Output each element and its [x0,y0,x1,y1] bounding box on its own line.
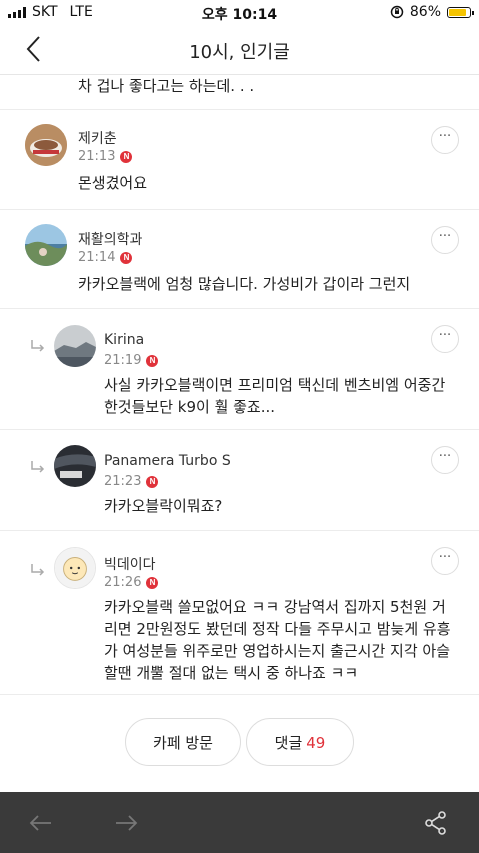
reply-arrow-icon [31,564,45,576]
comments-label: 댓글 [274,734,303,752]
reply-item: Kirina 21:19 N 사실 카카오블랙이면 프리미엄 택신데 벤츠비엠 어… [0,309,479,430]
more-options-button[interactable]: ··· [431,126,459,154]
comment-list: 차 겁나 좋다고는 하는데. . . 제키춘 21:13 N 몬생겼어요 ··· … [0,75,479,792]
more-options-button[interactable]: ··· [431,325,459,353]
reply-item: 빅데이다 21:26 N 카카오블랙 쓸모없어요 ㅋㅋ 강남역서 집까지 5천원 … [0,531,479,695]
comment-count: 49 [306,734,326,752]
avatar[interactable] [25,124,67,166]
comment-author[interactable]: 빅데이다 [104,554,156,574]
comment-time: 21:13 N [78,149,133,164]
more-options-button[interactable]: ··· [431,446,459,474]
avatar[interactable] [54,547,96,589]
page-title: 10시, 인기글 [189,42,290,63]
comment-item: 재활의학과 21:14 N 카카오블랙에 엄청 많습니다. 가성비가 갑이라 그런… [0,210,479,309]
new-badge: N [120,251,133,264]
reply-arrow-icon [31,340,45,352]
bottom-toolbar [0,792,479,853]
new-badge: N [120,150,133,163]
cafe-visit-button[interactable]: 카페 방문 [125,718,241,766]
comment-text: 몬생겼어요 [78,174,148,192]
comment-text: 카카오블랙에 엄청 많습니다. 가성비가 갑이라 그런지 [78,275,411,293]
arrow-left-icon[interactable] [28,810,54,836]
comment-text: 카카오블락이뭐죠? [104,497,223,515]
comment-text-line: 사실 카카오블랙이면 프리미엄 택신데 벤츠비엠 어중간 [104,376,446,394]
battery-percent: 86% [409,4,441,20]
battery-icon [447,6,474,18]
comment-text-line: 리면 2만원정도 봤던데 정작 다들 주무시고 밤늦게 유흥 [104,620,451,638]
reply-item: Panamera Turbo S 21:23 N 카카오블락이뭐죠? ··· [0,430,479,531]
comment-text: 카카오블랙 쓸모없어요 ㅋㅋ 강남역서 집까지 5천원 거 리면 2만원정도 봤… [104,596,451,684]
comment-time: 21:26 N [104,575,159,590]
share-icon[interactable] [423,810,449,836]
comment-item: 제키춘 21:13 N 몬생겼어요 ··· [0,110,479,210]
new-badge: N [146,576,159,589]
more-options-button[interactable]: ··· [431,547,459,575]
comment-author[interactable]: 재활의학과 [78,229,142,249]
comment-time: 21:23 N [104,474,159,489]
comments-button[interactable]: 댓글 49 [246,718,354,766]
avatar[interactable] [54,445,96,487]
new-badge: N [146,475,159,488]
more-options-button[interactable]: ··· [431,226,459,254]
comment-text-line: 가 여성분들 위주로만 영업하시는지 출근시간 지각 아슬 [104,642,451,660]
comment-time: 21:19 N [104,353,159,368]
comment-text: 사실 카카오블랙이면 프리미엄 택신데 벤츠비엠 어중간 한것들보단 k9이 훨… [104,374,445,418]
comment-author[interactable]: 제키춘 [78,128,117,148]
comment-text-line: 카카오블랙 쓸모없어요 ㅋㅋ 강남역서 집까지 5천원 거 [104,598,446,616]
nav-bar: 10시, 인기글 [0,26,479,75]
bottom-actions: 카페 방문 댓글 49 [0,718,479,770]
status-bar: SKT LTE 오후 10:14 86% [0,0,479,26]
comment-text-line: 한것들보단 k9이 훨 좋죠... [104,398,276,416]
comment-author[interactable]: Panamera Turbo S [104,453,231,469]
comment-author[interactable]: Kirina [104,332,144,348]
orientation-lock-icon [390,5,404,19]
new-badge: N [146,354,159,367]
avatar[interactable] [54,325,96,367]
previous-comment-text: 차 겁나 좋다고는 하는데. . . [78,77,255,95]
status-right: 86% [390,4,474,20]
avatar[interactable] [25,224,67,266]
arrow-right-icon[interactable] [113,810,139,836]
comment-time: 21:14 N [78,250,133,265]
reply-arrow-icon [31,461,45,473]
comment-text-line: 할땐 개뿔 절대 없는 택시 중 하나죠 ㅋㅋ [104,664,359,682]
